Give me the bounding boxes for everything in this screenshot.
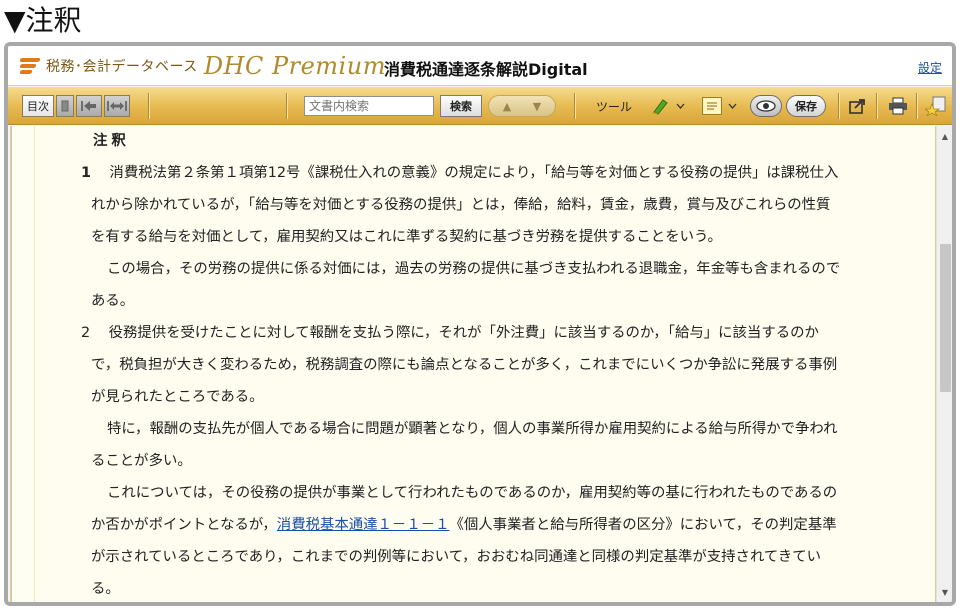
section-title: 注釈 xyxy=(93,133,130,149)
sidebar-toggle-icon[interactable] xyxy=(56,95,74,117)
search-button[interactable]: 検索 xyxy=(440,95,482,117)
document-title: 消費税通達逐条解説Digital xyxy=(384,60,588,79)
save-button[interactable]: 保存 xyxy=(786,95,826,117)
toolbar-divider xyxy=(286,93,287,119)
bookmark-star-icon[interactable] xyxy=(924,95,948,117)
toolbar-divider xyxy=(916,93,917,119)
search-navigation: ▲ ▼ xyxy=(488,95,556,117)
paragraph-line: が示されているところであり，これまでの判例等において，おおむね同通達と同様の判定… xyxy=(91,549,822,565)
highlighter-icon[interactable] xyxy=(648,95,672,117)
toolbar-divider xyxy=(148,93,149,119)
paragraph-line: る。 xyxy=(91,581,120,597)
share-icon[interactable] xyxy=(846,95,870,117)
page-heading: ▼注釈 xyxy=(4,4,82,37)
note-number: 2 xyxy=(81,325,91,341)
viewer-window: 税務･会計データベース DHC Premium 消費税通達逐条解説Digital… xyxy=(4,42,956,606)
toolbar: 目次 検索 ▲▼ ツール 保 xyxy=(8,87,952,125)
paragraph-line: が見られたところである。 xyxy=(91,389,264,405)
paragraph-line: 2 役務提供を受けたことに対して報酬を支払う際に，それが「外注費」に該当するのか… xyxy=(81,325,819,341)
toolbar-divider xyxy=(838,93,839,119)
paragraph-line: これについては，その役務の提供が事業として行われたものであるのか，雇用契約等の基… xyxy=(107,485,838,501)
paragraph-line: れから除かれているが，「給与等を対価とする役務の提供」とは，俸給，給料，賃金，歳… xyxy=(91,197,831,213)
toolbar-divider xyxy=(574,93,575,119)
note-number: 1 xyxy=(81,165,92,181)
previous-result-icon[interactable]: ▲ xyxy=(492,100,522,113)
eye-icon[interactable] xyxy=(750,95,782,117)
paragraph-line: ることが多い。 xyxy=(91,453,192,469)
paragraph-line: 特に，報酬の支払先が個人である場合に問題が顕著となり，個人の事業所得か雇用契約に… xyxy=(107,421,838,437)
paragraph-line: を有する給与を対価として，雇用契約又はこれに準ずる契約に基づき労務を提供すること… xyxy=(91,229,722,245)
memo-dropdown-chevron-icon[interactable] xyxy=(728,95,737,117)
tool-label: ツール xyxy=(596,99,633,114)
paragraph-line: ある。 xyxy=(91,293,135,309)
toolbar-divider xyxy=(876,93,877,119)
scrollbar-thumb[interactable] xyxy=(940,244,951,392)
circular-reference-link[interactable]: 消費税基本通達１－１－１ xyxy=(277,517,450,533)
logo-brand-text: DHC Premium xyxy=(203,52,386,80)
expand-width-icon[interactable] xyxy=(104,95,130,117)
back-arrow-icon[interactable] xyxy=(76,95,102,117)
next-result-icon[interactable]: ▼ xyxy=(522,100,552,113)
scroll-down-icon[interactable]: ▼ xyxy=(937,584,952,600)
scroll-up-icon[interactable]: ▲ xyxy=(937,128,952,144)
document-page: 注釈 1 消費税法第２条第１項第12号《課税仕入れの意義》の規定により，「給与等… xyxy=(34,126,935,602)
app-logo: 税務･会計データベース DHC Premium xyxy=(19,52,386,80)
document-content: 注釈 1 消費税法第２条第１項第12号《課税仕入れの意義》の規定により，「給与等… xyxy=(10,126,936,602)
memo-icon[interactable] xyxy=(702,97,722,115)
vertical-scrollbar[interactable]: ▲ ▼ xyxy=(936,126,952,602)
paragraph-line: か否かがポイントとなるが，消費税基本通達１－１－１《個人事業者と給与所得者の区分… xyxy=(91,517,837,533)
print-icon[interactable] xyxy=(886,95,910,117)
logo-mark-icon xyxy=(19,55,42,77)
logo-japanese-text: 税務･会計データベース xyxy=(46,59,198,75)
document-search-input[interactable] xyxy=(304,96,434,116)
paragraph-line: この場合，その労務の提供に係る対価には，過去の労務の提供に基づき支払われる退職金… xyxy=(107,261,841,277)
paragraph-line: で，税負担が大きく変わるため，税務調査の際にも論点となることが多く，これまでにい… xyxy=(91,357,838,373)
title-bar: 税務･会計データベース DHC Premium 消費税通達逐条解説Digital… xyxy=(8,46,952,86)
settings-link[interactable]: 設定 xyxy=(918,59,942,76)
highlighter-dropdown-chevron-icon[interactable] xyxy=(676,95,685,117)
toc-button[interactable]: 目次 xyxy=(22,95,54,117)
paragraph-line: 1 消費税法第２条第１項第12号《課税仕入れの意義》の規定により，「給与等を対価… xyxy=(81,165,839,181)
